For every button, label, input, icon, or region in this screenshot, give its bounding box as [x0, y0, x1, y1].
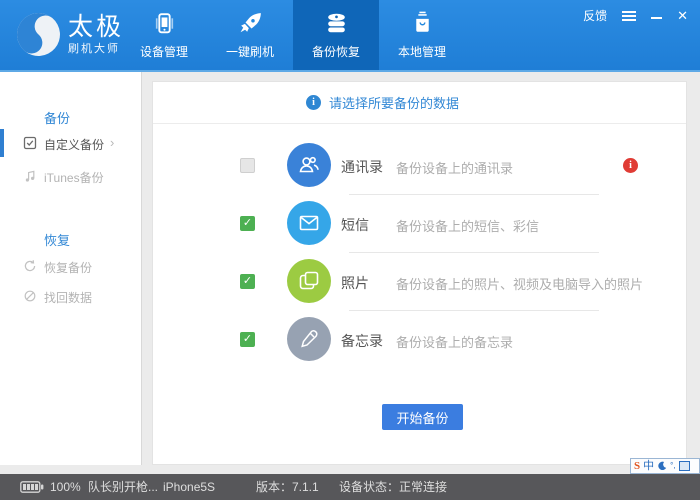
row-title: 通讯录 — [341, 157, 383, 177]
sms-checkbox[interactable]: ✓ — [240, 216, 255, 231]
row-description: 备份设备上的短信、彩信 — [396, 216, 539, 235]
sidebar-section-restore: 恢复 — [44, 230, 70, 249]
tab-one-click-flash[interactable]: 一键刷机 — [207, 0, 293, 70]
phone-icon — [151, 10, 178, 37]
logo-subtitle: 刷机大师 — [68, 40, 124, 56]
contacts-icon — [287, 143, 331, 187]
backup-row-notes: ✓ 备忘录 备份设备上的备忘录 — [153, 310, 686, 368]
battery-icon — [20, 481, 44, 493]
device-model: iPhone5S — [163, 474, 215, 500]
tab-backup-restore[interactable]: 备份恢复 — [293, 0, 379, 70]
sidebar-item-restore-backup[interactable]: 恢复备份 — [0, 252, 141, 280]
selected-indicator — [0, 129, 4, 157]
tab-label: 一键刷机 — [226, 43, 274, 60]
backup-row-contacts: 通讯录 备份设备上的通讯录 i — [153, 136, 686, 194]
device-status: 设备状态：正常连接 — [339, 474, 447, 500]
sidebar-item-label: iTunes备份 — [44, 169, 104, 186]
sidebar-section-backup: 备份 — [44, 108, 70, 127]
keyboard-icon[interactable] — [679, 461, 690, 471]
restore-icon — [23, 259, 37, 273]
sidebar: 备份 自定义备份 › iTunes备份 恢复 恢复备份 找回数据 — [0, 72, 142, 465]
app-logo: 太极 刷机大师 — [16, 12, 124, 57]
tab-device-management[interactable]: 设备管理 — [121, 0, 207, 70]
menu-icon[interactable] — [622, 11, 636, 21]
info-icon: i — [306, 95, 321, 110]
photos-checkbox[interactable]: ✓ — [240, 274, 255, 289]
database-icon — [323, 10, 350, 37]
feedback-link[interactable]: 反馈 — [583, 7, 607, 24]
window-controls: 反馈 ✕ — [583, 7, 688, 24]
taiji-logo-icon — [16, 12, 61, 57]
row-title: 短信 — [341, 215, 369, 235]
sms-icon — [287, 201, 331, 245]
notes-checkbox[interactable]: ✓ — [240, 332, 255, 347]
bag-icon — [409, 10, 436, 37]
device-name: 队长别开枪... — [88, 474, 158, 500]
notes-icon — [287, 317, 331, 361]
close-icon[interactable]: ✕ — [677, 9, 688, 23]
contacts-checkbox[interactable] — [240, 158, 255, 173]
alert-icon[interactable]: i — [623, 158, 638, 173]
sogou-icon[interactable]: S — [634, 460, 640, 472]
backup-row-photos: ✓ 照片 备份设备上的照片、视频及电脑导入的照片 — [153, 252, 686, 310]
backup-panel: i 请选择所要备份的数据 通讯录 备份设备上的通讯录 i ✓ 短信 备份设备上的… — [152, 81, 687, 465]
sidebar-item-label: 自定义备份 — [44, 136, 104, 153]
custom-backup-icon — [23, 136, 37, 150]
tab-label: 设备管理 — [140, 43, 188, 60]
row-description: 备份设备上的通讯录 — [396, 158, 513, 177]
backup-row-sms: ✓ 短信 备份设备上的短信、彩信 — [153, 194, 686, 252]
tab-label: 备份恢复 — [312, 43, 360, 60]
banner-text: 请选择所要备份的数据 — [329, 93, 459, 112]
moon-icon[interactable] — [657, 461, 667, 471]
sidebar-item-recover-data[interactable]: 找回数据 — [0, 282, 141, 310]
row-title: 备忘录 — [341, 331, 383, 351]
main-nav: 设备管理 一键刷机 备份恢复 — [121, 0, 465, 70]
battery-percent: 100% — [50, 474, 81, 500]
sidebar-item-label: 恢复备份 — [44, 259, 92, 276]
row-description: 备份设备上的照片、视频及电脑导入的照片 — [396, 274, 643, 293]
sidebar-item-custom-backup[interactable]: 自定义备份 › — [0, 129, 141, 157]
sidebar-item-label: 找回数据 — [44, 289, 92, 306]
ime-punctuation-toggle[interactable]: °, — [670, 461, 675, 471]
recover-data-icon — [23, 289, 37, 303]
header-bar: 太极 刷机大师 设备管理 一键刷机 — [0, 0, 700, 72]
ime-toolbar[interactable]: S 中 °, — [630, 458, 700, 474]
start-backup-button[interactable]: 开始备份 — [382, 404, 463, 430]
sidebar-item-itunes-backup[interactable]: iTunes备份 — [0, 162, 141, 190]
app-version: 版本：7.1.1 — [256, 474, 319, 500]
status-bar: 100% 队长别开枪... iPhone5S 版本：7.1.1 设备状态：正常连… — [0, 474, 700, 500]
minimize-icon[interactable] — [651, 17, 662, 19]
rocket-icon — [237, 10, 264, 37]
app-window: { "header": { "logo_title": "太极", "logo_… — [0, 0, 700, 500]
instruction-banner: i 请选择所要备份的数据 — [153, 82, 686, 124]
photos-icon — [287, 259, 331, 303]
logo-title: 太极 — [68, 14, 124, 40]
logo-text: 太极 刷机大师 — [68, 14, 124, 56]
chevron-right-icon: › — [110, 135, 114, 150]
tab-label: 本地管理 — [398, 43, 446, 60]
row-title: 照片 — [341, 273, 369, 293]
tab-local-management[interactable]: 本地管理 — [379, 0, 465, 70]
ime-language-toggle[interactable]: 中 — [643, 460, 654, 472]
row-description: 备份设备上的备忘录 — [396, 332, 513, 351]
music-note-icon — [23, 169, 37, 183]
